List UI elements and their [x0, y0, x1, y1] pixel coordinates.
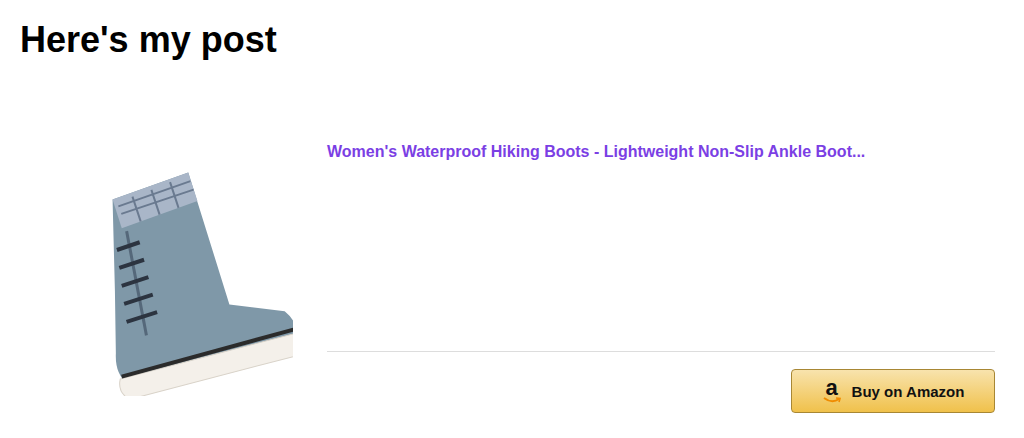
- product-card: Women's Waterproof Hiking Boots - Lightw…: [0, 135, 1024, 417]
- divider: [327, 351, 995, 352]
- amazon-logo-icon: a: [822, 378, 842, 404]
- boot-image: [63, 156, 293, 396]
- amazon-smile-icon: [823, 397, 841, 404]
- buy-on-amazon-button[interactable]: a Buy on Amazon: [791, 369, 995, 413]
- product-image[interactable]: [55, 135, 300, 417]
- spacer: [327, 163, 995, 351]
- buy-button-label: Buy on Amazon: [852, 383, 965, 400]
- product-title-link[interactable]: Women's Waterproof Hiking Boots - Lightw…: [327, 135, 995, 163]
- post-heading: Here's my post: [20, 18, 1024, 62]
- product-info: Women's Waterproof Hiking Boots - Lightw…: [327, 135, 995, 417]
